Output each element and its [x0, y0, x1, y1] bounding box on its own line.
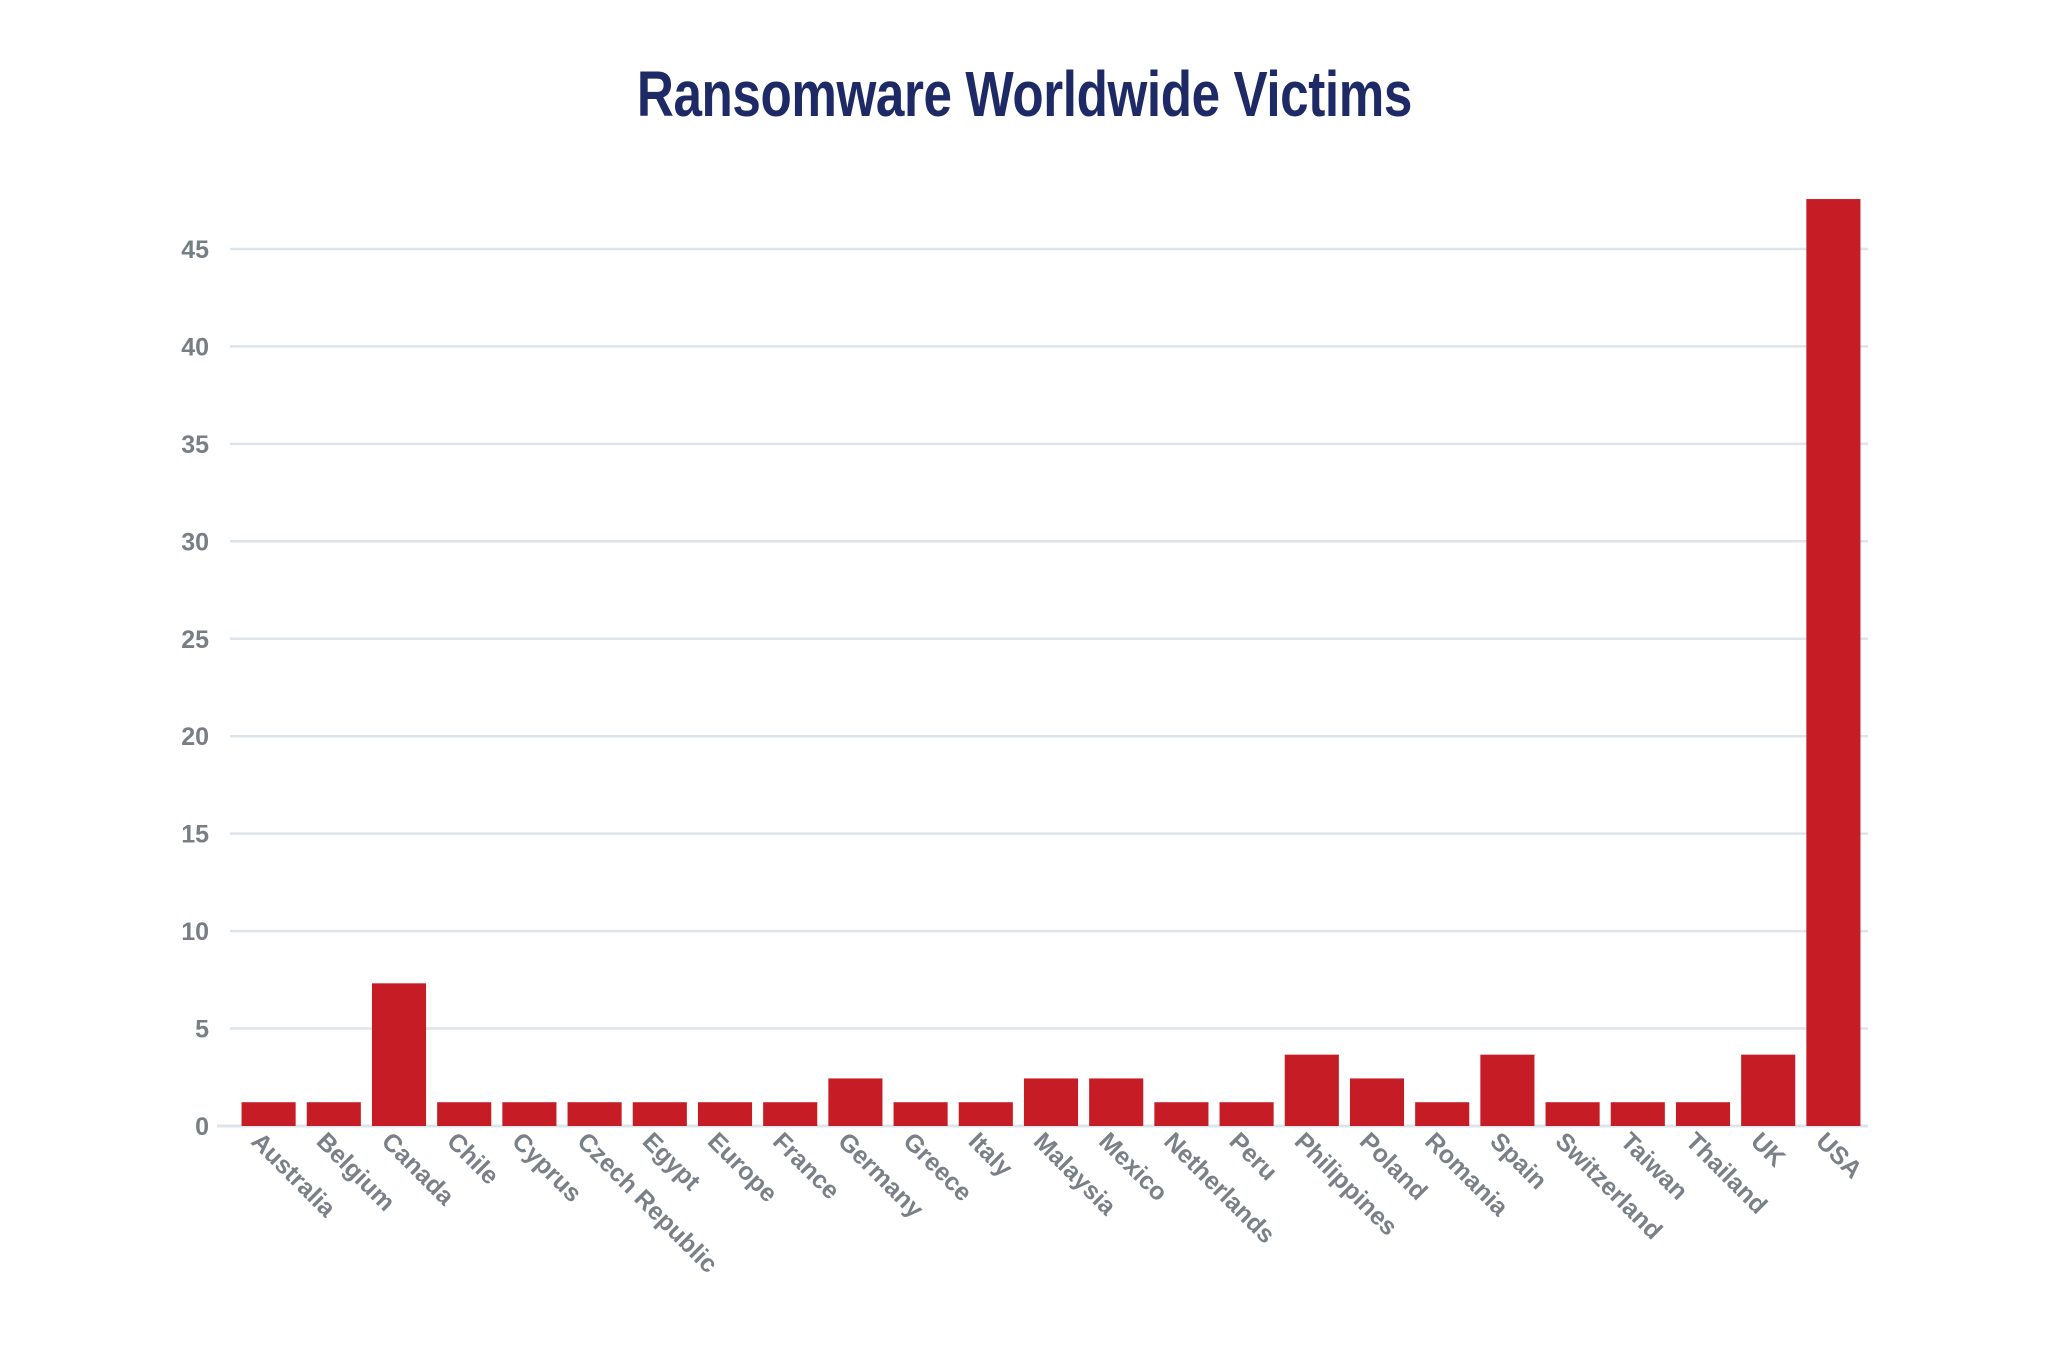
x-tick-label: USA [1810, 1127, 1867, 1184]
bar-mexico[interactable]: Mexico: 2.44 [1089, 1078, 1144, 1126]
x-tick-label: Europe [702, 1127, 783, 1208]
y-tick-label: 45 [181, 236, 209, 264]
y-tick-label: 10 [181, 918, 209, 946]
gridlines [217, 247, 1868, 1128]
y-tick-label: 5 [195, 1016, 209, 1044]
x-tick-label: France [767, 1127, 845, 1205]
x-tick-label: UK [1745, 1127, 1790, 1172]
bar-belgium[interactable]: Belgium: 1.22 [306, 1102, 361, 1126]
bar-philippines[interactable]: Philippines: 3.66 [1284, 1054, 1339, 1126]
y-tick-label: 20 [181, 723, 209, 751]
bar-uk[interactable]: UK: 3.66 [1741, 1054, 1796, 1126]
bar-france[interactable]: France: 1.22 [763, 1102, 818, 1126]
bar-czech-republic[interactable]: Czech Republic: 1.22 [567, 1102, 622, 1126]
bar-italy[interactable]: Italy: 1.22 [958, 1102, 1013, 1126]
bar-germany[interactable]: Germany: 2.44 [828, 1078, 883, 1126]
bar-europe[interactable]: Europe: 1.22 [697, 1102, 753, 1126]
y-tick-label: 25 [181, 626, 209, 654]
bar-egypt[interactable]: Egypt: 1.22 [632, 1102, 687, 1126]
x-tick-label: Cyprus [506, 1127, 587, 1208]
bar-poland[interactable]: Poland: 2.44 [1349, 1078, 1405, 1126]
bar-australia[interactable]: Australia: 1.22 [241, 1102, 296, 1126]
bar-romania[interactable]: Romania: 1.22 [1415, 1102, 1470, 1126]
bar-spain[interactable]: Spain: 3.66 [1480, 1054, 1535, 1126]
bar-malaysia[interactable]: Malaysia: 2.44 [1023, 1078, 1079, 1126]
y-tick-label: 40 [181, 333, 209, 361]
bar-taiwan[interactable]: Taiwan: 1.22 [1610, 1102, 1665, 1126]
bar-greece[interactable]: Greece: 1.22 [893, 1102, 948, 1126]
x-tick-label: Italy [963, 1127, 1018, 1182]
bar-canada[interactable]: Canada: 7.32 [371, 983, 427, 1126]
y-tick-label: 30 [181, 528, 209, 556]
bar-netherlands[interactable]: Netherlands: 1.22 [1154, 1102, 1209, 1126]
bar-usa[interactable]: USA: 47.56 [1806, 199, 1861, 1126]
bar-cyprus[interactable]: Cyprus: 1.22 [502, 1102, 557, 1126]
bar-chile[interactable]: Chile: 1.22 [437, 1102, 492, 1126]
bar-chart: Australia: 1.22 Belgium: 1.22 Canada: 7.32… [181, 199, 1868, 1279]
y-axis-ticks: 0 5 10 15 20 25 30 35 40 45 [181, 236, 209, 1141]
y-tick-label: 15 [181, 821, 209, 849]
y-tick-label: 35 [181, 431, 209, 459]
bar-peru[interactable]: Peru: 1.22 [1219, 1102, 1274, 1126]
bar-thailand[interactable]: Thailand: 1.22 [1675, 1102, 1731, 1126]
bars: Australia: 1.22 Belgium: 1.22 Canada: 7.32… [241, 199, 1861, 1126]
x-tick-label: Peru [1224, 1127, 1283, 1186]
y-tick-label: 0 [195, 1113, 209, 1141]
x-axis-ticks: AustraliaBelgiumCanadaChile CyprusCzech R… [246, 1127, 1868, 1278]
bar-switzerland[interactable]: Switzerland: 1.22 [1545, 1102, 1600, 1126]
